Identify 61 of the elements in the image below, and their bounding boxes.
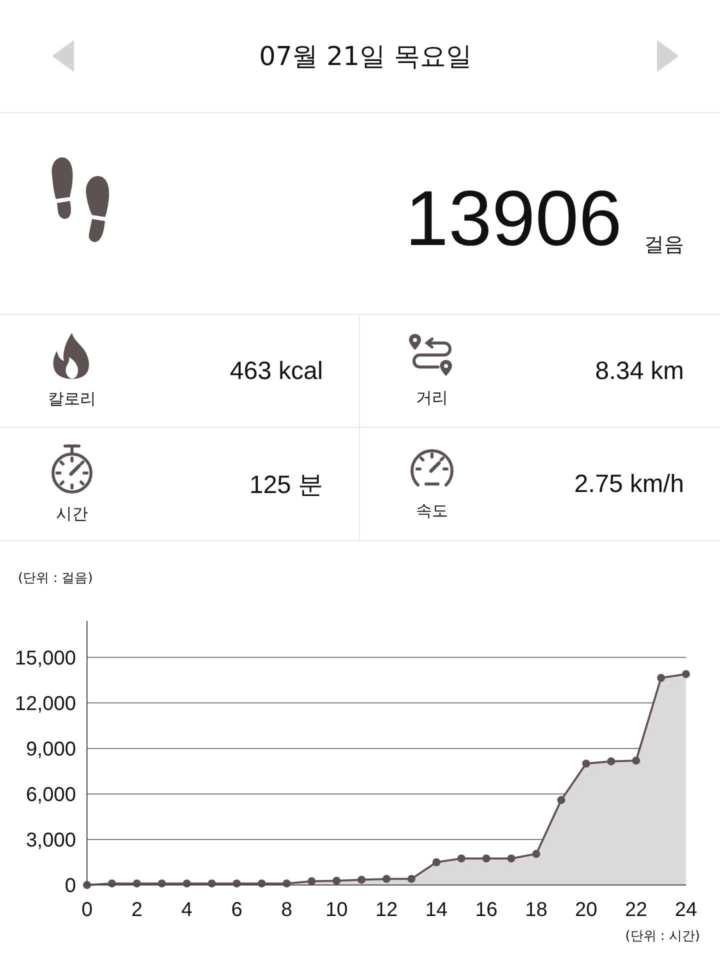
data-point — [507, 854, 516, 862]
data-point — [232, 879, 241, 888]
x-tick-label: 16 — [475, 899, 498, 921]
data-point — [582, 760, 590, 768]
data-point — [208, 879, 216, 888]
data-point — [83, 881, 91, 889]
data-point — [382, 874, 390, 883]
data-point — [108, 879, 116, 888]
stat-label: 속도 — [416, 500, 448, 522]
stat-value: 8.34 km — [595, 356, 684, 386]
x-tick-label: 24 — [674, 899, 698, 921]
x-tick-label: 14 — [425, 899, 448, 921]
y-tick-label: 0 — [64, 875, 76, 897]
x-tick-label: 6 — [231, 899, 242, 921]
data-point — [308, 877, 316, 886]
y-tick-label: 6,000 — [26, 784, 76, 806]
y-tick-label: 12,000 — [14, 692, 76, 715]
data-point — [557, 796, 566, 804]
flame-icon — [52, 332, 92, 378]
data-point — [432, 858, 440, 866]
stat-label: 시간 — [56, 504, 88, 524]
data-point — [258, 879, 266, 888]
x-tick-label: 4 — [181, 899, 192, 921]
x-axis-unit: (단위 : 시간) — [625, 928, 700, 945]
y-tick-label: 3,000 — [26, 829, 76, 852]
data-point — [158, 879, 166, 888]
y-tick-label: 9,000 — [26, 738, 76, 760]
x-tick-label: 12 — [375, 899, 398, 921]
stopwatch-icon — [50, 444, 94, 494]
x-tick-label: 0 — [81, 899, 93, 921]
data-point — [282, 879, 291, 888]
data-point — [657, 674, 666, 682]
data-point — [632, 756, 640, 765]
data-point — [407, 874, 416, 883]
data-point — [182, 879, 191, 888]
date-title: 07월 21일 목요일 — [259, 40, 472, 74]
stat-value: 2.75 km/h — [574, 470, 684, 498]
data-point — [358, 876, 366, 884]
x-tick-label: 10 — [325, 899, 348, 921]
x-tick-label: 22 — [624, 899, 648, 921]
stat-label: 거리 — [416, 388, 448, 408]
step-unit: 걸음 — [644, 231, 684, 258]
x-tick-label: 8 — [281, 899, 292, 921]
y-tick-label: 15,000 — [14, 647, 76, 670]
x-tick-label: 2 — [131, 899, 142, 921]
x-tick-label: 18 — [525, 899, 548, 921]
stat-value: 463 kcal — [230, 356, 323, 386]
next-arrow[interactable] — [656, 40, 679, 72]
previous-arrow[interactable] — [52, 40, 74, 72]
data-point — [457, 854, 466, 862]
data-point — [332, 876, 341, 885]
data-point — [682, 670, 690, 678]
stat-label: 칼로리 — [48, 388, 96, 410]
step-count: 13906 — [405, 173, 622, 264]
x-tick-label: 20 — [575, 899, 598, 921]
data-point — [132, 879, 141, 888]
data-point — [607, 757, 616, 766]
data-point — [532, 850, 540, 858]
data-point — [482, 854, 490, 862]
y-axis-unit: (단위 : 걸음) — [18, 570, 94, 587]
stat-value: 125 분 — [249, 470, 323, 500]
